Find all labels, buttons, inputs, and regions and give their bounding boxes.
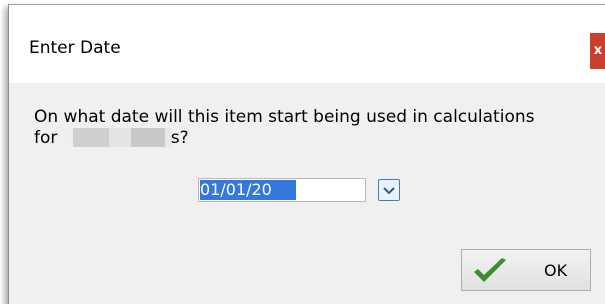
date-dropdown-button[interactable] <box>378 179 400 201</box>
prompt-line-2-end: s? <box>170 128 189 148</box>
prompt-line-1: On what date will this item start being … <box>34 107 535 127</box>
close-icon: x <box>593 43 603 58</box>
prompt-line-2-start: for <box>34 128 63 148</box>
close-button[interactable]: x <box>590 33 605 69</box>
date-selection-highlight <box>271 180 296 200</box>
redacted-text <box>130 127 165 147</box>
title-bar[interactable]: Enter Date x <box>9 5 605 83</box>
redacted-text <box>108 127 131 147</box>
page: Enter Date x On what date will this item… <box>0 0 605 304</box>
ok-button[interactable]: OK <box>461 249 591 291</box>
dialog-title: Enter Date <box>29 38 121 58</box>
chevron-down-icon <box>383 187 395 195</box>
redacted-text <box>62 127 73 147</box>
ok-label: OK <box>544 261 568 280</box>
checkmark-icon <box>474 258 506 282</box>
enter-date-dialog: Enter Date x On what date will this item… <box>8 4 605 304</box>
redacted-text <box>72 127 109 147</box>
date-value: 01/01/20 <box>200 180 272 200</box>
prompt-text: On what date will this item start being … <box>34 107 599 149</box>
date-field[interactable]: 01/01/20 <box>198 178 366 202</box>
